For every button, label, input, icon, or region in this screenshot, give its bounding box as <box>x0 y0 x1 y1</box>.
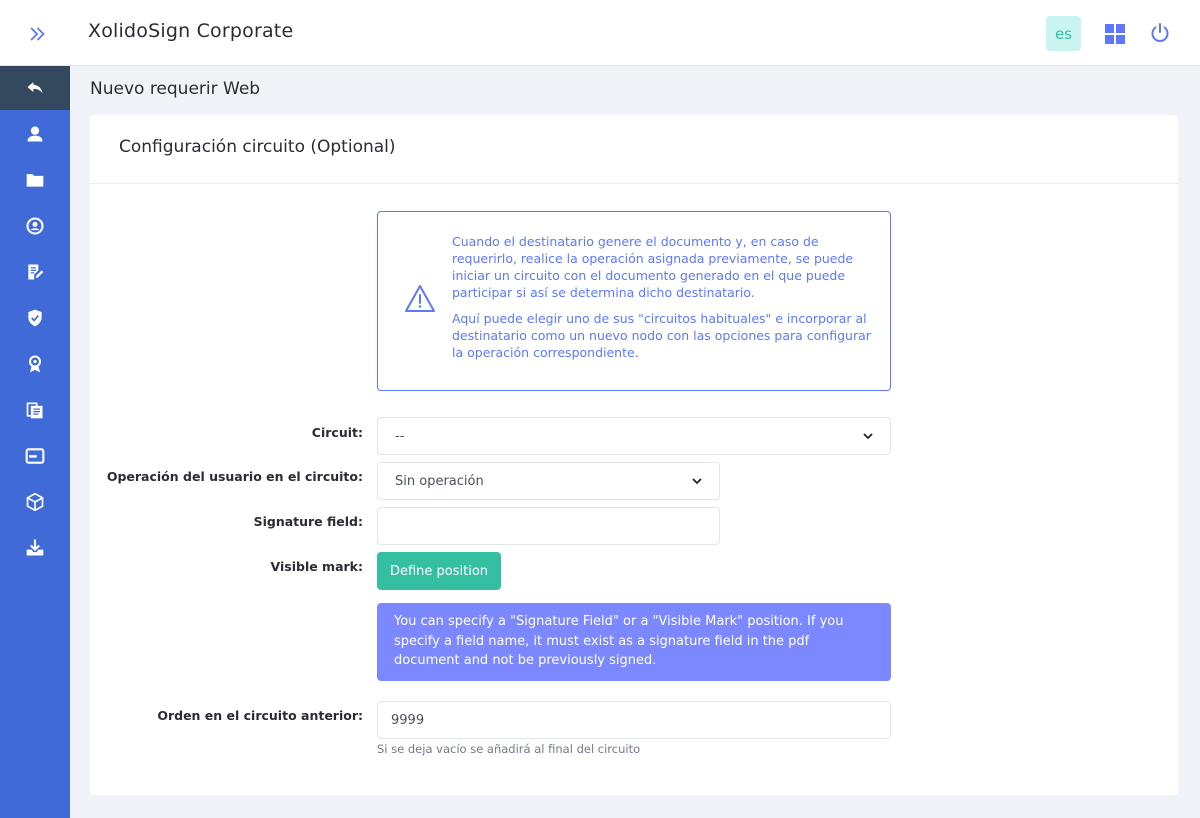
documents-icon[interactable] <box>0 388 70 432</box>
order-input[interactable]: 9999 <box>377 701 891 739</box>
user-circle-icon[interactable] <box>0 204 70 248</box>
info-alert: Cuando el destinatario genere el documen… <box>377 211 891 391</box>
folder-icon[interactable] <box>0 158 70 202</box>
visible-mark-label: Visible mark: <box>270 559 363 574</box>
grid-icon[interactable] <box>1103 22 1127 46</box>
operation-select-value: Sin operación <box>395 473 484 489</box>
chevron-down-icon <box>692 478 702 485</box>
order-label: Orden en el circuito anterior: <box>157 708 363 723</box>
window-icon[interactable] <box>0 434 70 478</box>
app-title: XolidoSign Corporate <box>88 20 294 42</box>
page-title: Nuevo requerir Web <box>90 79 261 99</box>
user-icon[interactable] <box>0 112 70 156</box>
operation-select[interactable]: Sin operación <box>377 462 720 500</box>
card-header: Configuración circuito (Optional) <box>90 115 1178 184</box>
back-arrow-icon[interactable] <box>0 66 70 110</box>
box-icon[interactable] <box>0 480 70 524</box>
warning-icon <box>404 283 436 315</box>
alert-text: Cuando el destinatario genere el documen… <box>452 233 872 361</box>
power-icon[interactable] <box>1148 21 1172 45</box>
define-position-button[interactable]: Define position <box>377 552 501 590</box>
shield-check-icon[interactable] <box>0 296 70 340</box>
circuit-select-value: -- <box>395 428 405 444</box>
language-button[interactable]: es <box>1046 16 1081 51</box>
top-bar: XolidoSign Corporate es <box>0 0 1200 66</box>
card-title: Configuración circuito (Optional) <box>119 137 396 157</box>
signature-field-input[interactable] <box>377 507 720 545</box>
signature-field-label: Signature field: <box>253 514 363 529</box>
signature-info-box: You can specify a "Signature Field" or a… <box>377 603 891 681</box>
alert-paragraph: Cuando el destinatario genere el documen… <box>452 234 854 300</box>
double-chevron-right-icon[interactable] <box>26 22 50 46</box>
sidebar <box>0 66 70 818</box>
circuit-config-card: Configuración circuito (Optional) Cuando… <box>90 115 1178 795</box>
alert-paragraph: Aquí puede elegir uno de sus "circuitos … <box>452 311 871 360</box>
certificate-icon[interactable] <box>0 342 70 386</box>
circuit-select[interactable]: -- <box>377 417 891 455</box>
operation-label: Operación del usuario en el circuito: <box>106 469 363 484</box>
download-tray-icon[interactable] <box>0 526 70 570</box>
chevron-down-icon <box>863 433 873 440</box>
document-edit-icon[interactable] <box>0 250 70 294</box>
order-hint: Si se deja vacío se añadirá al final del… <box>377 742 641 756</box>
circuit-label: Circuit: <box>311 425 363 440</box>
